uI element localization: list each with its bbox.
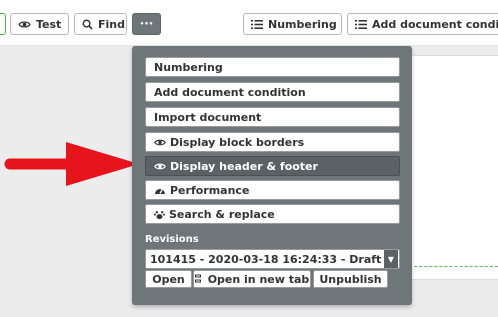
menu-item-performance[interactable]: Performance [145,180,400,200]
more-options-menu: Numbering Add document condition Import … [132,46,412,305]
numbering-button[interactable]: Numbering [243,13,342,35]
numbering-button-label: Numbering [268,17,337,31]
open-in-new-tab-button[interactable]: Open in new tab [193,270,311,288]
paw-icon [154,210,165,219]
eye-icon [154,139,166,145]
test-button[interactable]: Test [10,13,69,35]
dashboard-icon [155,188,165,194]
find-button-label: Find [98,17,125,31]
menu-item-label: Search & replace [169,207,275,221]
add-document-condition-label: Add document condition [372,17,498,31]
list-icon [251,19,263,29]
menu-item-label: Display block borders [170,135,305,149]
revisions-label: Revisions [145,234,199,245]
list-icon [355,19,367,29]
toolbar: Test Find ••• Numbering Add document con… [0,0,498,46]
menu-item-search-replace[interactable]: Search & replace [145,204,400,224]
menu-item-import-document[interactable]: Import document [145,107,400,127]
open-revision-label: Open [152,272,185,286]
search-icon [82,19,93,30]
menu-item-label: Numbering [154,60,223,74]
caret-down-icon: ▼ [384,250,398,268]
test-button-label: Test [36,17,62,31]
unpublish-label: Unpublish [319,272,382,286]
menu-item-label: Display header & footer [170,159,318,173]
menu-item-label: Add document condition [154,85,306,99]
open-in-new-tab-label: Open in new tab [207,272,310,286]
add-document-condition-button[interactable]: Add document condition [347,13,498,35]
external-link-icon [194,274,201,283]
menu-item-add-document-condition[interactable]: Add document condition [145,82,400,102]
eye-icon [18,21,31,27]
more-options-button[interactable]: ••• [132,13,161,35]
menu-item-label: Performance [170,183,250,197]
toolbar-edge-button[interactable] [0,13,6,35]
red-arrow-annotation [4,142,139,186]
eye-icon [154,163,166,169]
open-revision-button[interactable]: Open [145,270,192,288]
find-button[interactable]: Find [74,13,127,35]
menu-item-display-header-footer[interactable]: Display header & footer [145,156,400,176]
ellipsis-icon: ••• [139,20,154,28]
menu-item-display-block-borders[interactable]: Display block borders [145,132,400,152]
menu-item-label: Import document [154,110,262,124]
revision-select-value: 101415 - 2020-03-18 16:24:33 - Draft - N… [150,252,384,266]
unpublish-button[interactable]: Unpublish [313,270,388,288]
menu-item-numbering[interactable]: Numbering [145,57,400,77]
revision-select[interactable]: 101415 - 2020-03-18 16:24:33 - Draft - N… [145,249,400,269]
